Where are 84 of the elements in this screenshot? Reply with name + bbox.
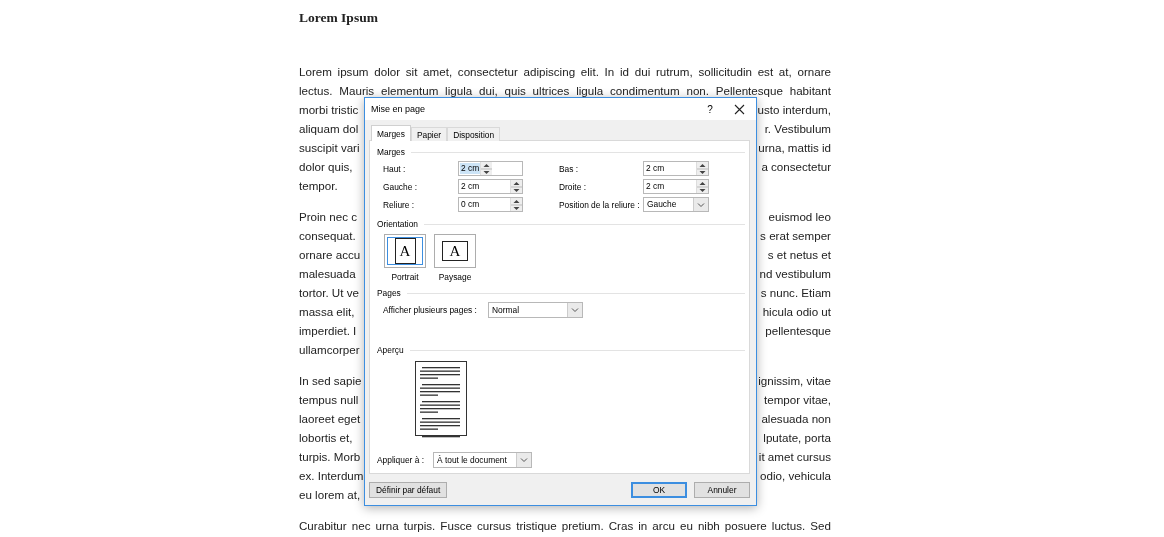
caret-icon	[697, 201, 705, 208]
text-fragment: ornare accu	[299, 247, 361, 263]
text-fragment: hicula odio ut	[762, 304, 831, 320]
spin-field[interactable]: 2 cm	[643, 179, 709, 194]
spin-arrows-icon	[697, 162, 708, 176]
text-fragment: morbi tristic	[299, 102, 359, 118]
tab[interactable]: Disposition	[447, 127, 501, 141]
text-fragment: Proin nec c	[299, 209, 357, 225]
section-heading: Pages	[377, 288, 401, 298]
text-line: lectus. Mauris elementum ligula dui, quis ultrices ligula condimentum non. Pellentesque habitant	[299, 83, 831, 99]
dropdown[interactable]: À tout le document	[433, 452, 532, 468]
field-label: Reliure :	[383, 199, 416, 210]
text-fragment: malesuada	[299, 266, 356, 282]
orientation-option[interactable]: A	[434, 234, 476, 268]
text-line: Curabitur nec urna turpis. Fusce cursus tristique pretium. Cras in arcu eu nibh posuere luctus. Sed	[299, 518, 831, 534]
field-label: Haut :	[383, 163, 407, 174]
tab[interactable]: Papier	[410, 127, 448, 141]
page-icon: A	[394, 238, 416, 264]
spin-field[interactable]: 2 cm	[458, 161, 523, 176]
section-heading: Aperçu	[377, 345, 404, 355]
section-heading: Orientation	[377, 219, 418, 229]
field-label: Droite :	[559, 181, 587, 192]
orientation-option[interactable]: A	[384, 234, 426, 268]
option-label: Paysage	[438, 271, 472, 283]
text-fragment: s et netus et	[767, 247, 831, 263]
text-fragment: massa elit,	[299, 304, 355, 320]
text-fragment: imperdiet. I	[299, 323, 357, 339]
text-fragment: nd vestibulum	[759, 266, 831, 282]
option-label: Portrait	[391, 271, 419, 283]
spin-arrows-icon	[511, 180, 522, 194]
text-fragment: s nunc. Etiam	[760, 285, 831, 301]
caret-icon	[571, 307, 579, 313]
section-heading: Marges	[377, 147, 405, 157]
spin-field[interactable]: 2 cm	[643, 161, 709, 176]
text-fragment: tempus null	[299, 392, 359, 408]
field-label: Afficher plusieurs pages :	[383, 305, 478, 315]
document-heading: Lorem Ipsum	[299, 10, 379, 26]
caret-icon	[520, 457, 528, 463]
spin-arrows-icon	[481, 162, 493, 176]
text-fragment: s erat semper	[760, 228, 831, 244]
text-fragment: In sed sapie	[299, 373, 362, 389]
text-fragment: ex. Interdum	[299, 468, 364, 484]
text-fragment: tortor. Ut ve	[299, 285, 359, 301]
spin-field[interactable]: 2 cm	[458, 179, 523, 194]
help-button[interactable]: ?	[698, 98, 722, 120]
text-fragment: laoreet eget	[299, 411, 361, 427]
text-line: tempor.	[299, 179, 338, 192]
dialog-title: Mise en page	[371, 104, 427, 114]
text-line: eu lorem at,	[299, 488, 361, 501]
field-label: Bas :	[559, 163, 580, 174]
spin-arrows-icon	[697, 180, 708, 194]
text-fragment: a consectetur	[761, 159, 831, 175]
text-fragment: r. Vestibulum	[764, 121, 831, 137]
dialog-button[interactable]: OK	[631, 481, 687, 498]
spin-field[interactable]: 0 cm	[458, 197, 523, 212]
field-label: Gauche :	[383, 181, 418, 192]
text-fragment: ignissim, vitae	[758, 373, 831, 389]
close-icon	[733, 103, 745, 115]
text-fragment: tempor vitae,	[764, 392, 831, 408]
text-fragment: odio, vehicula	[760, 468, 831, 484]
text-line: ullamcorper	[299, 343, 360, 356]
text-fragment: turpis. Morb	[299, 449, 361, 465]
dialog-button[interactable]: Annuler	[694, 481, 750, 498]
text-fragment: urna, mattis id	[758, 140, 831, 156]
page-icon: A	[442, 241, 468, 261]
dropdown[interactable]: Gauche	[643, 197, 709, 212]
tab[interactable]: Marges	[371, 125, 411, 141]
text-fragment: aliquam dol	[299, 121, 359, 137]
text-fragment: consequat.	[299, 228, 356, 244]
field-label: Appliquer à :	[377, 455, 426, 465]
text-fragment: suscipit vari	[299, 140, 360, 156]
spin-arrows-icon	[511, 198, 522, 212]
text-fragment: pellentesque	[765, 323, 831, 339]
text-fragment: it amet cursus	[758, 449, 831, 465]
field-label: Position de la reliure :	[559, 199, 641, 210]
text-line: Lorem ipsum dolor sit amet, consectetur adipiscing elit. In id dui rutrum, sollicitudin est at, ornare	[299, 64, 831, 80]
text-fragment: lobortis et,	[299, 430, 353, 446]
dialog-button[interactable]: Définir par défaut	[369, 481, 448, 498]
dropdown[interactable]: Normal	[488, 302, 583, 318]
text-fragment: alesuada non	[761, 411, 831, 427]
text-fragment: euismod leo	[768, 209, 831, 225]
text-fragment: usto interdum,	[757, 102, 831, 118]
text-fragment: lputate, porta	[763, 430, 831, 446]
text-fragment: dolor quis,	[299, 159, 353, 175]
